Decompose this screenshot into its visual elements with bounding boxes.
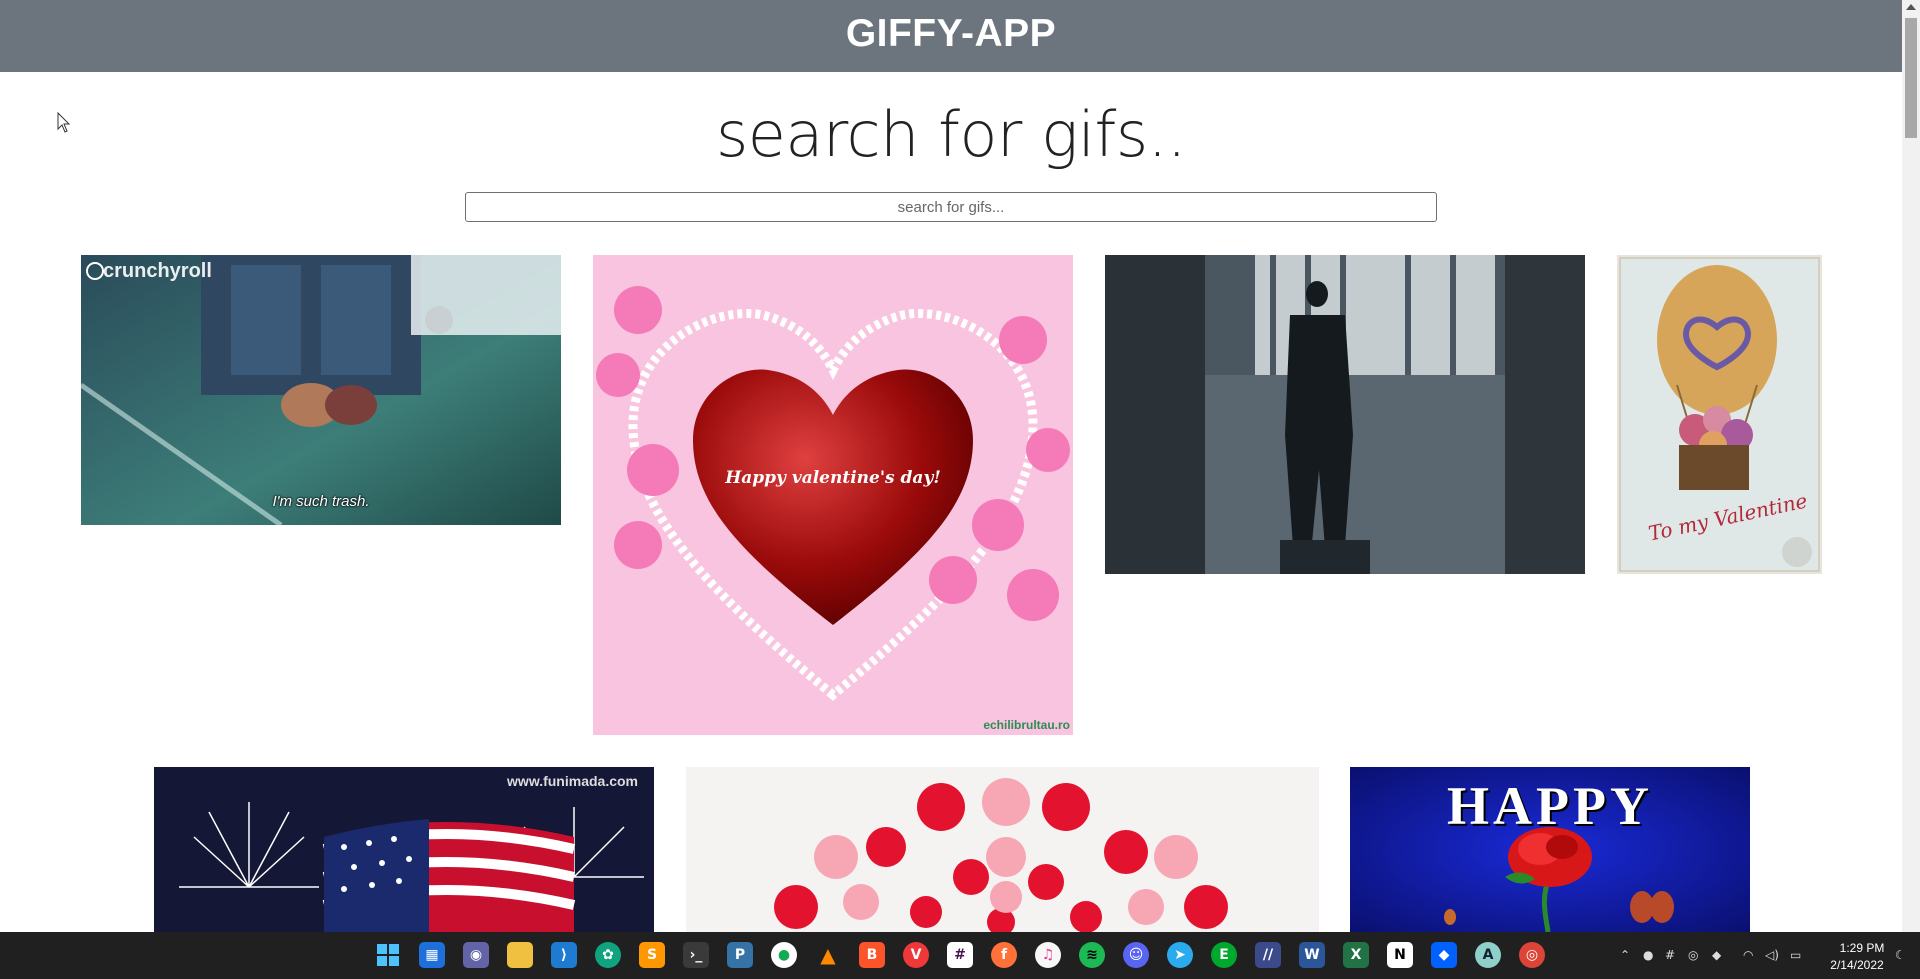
terminal-icon[interactable]: ›_ <box>683 942 709 968</box>
windows-start-icon[interactable] <box>375 942 401 968</box>
chatgpt-icon[interactable]: ✿ <box>595 942 621 968</box>
battery-icon[interactable]: ▭ <box>1790 948 1801 962</box>
discord-icon[interactable]: ☺ <box>1123 942 1149 968</box>
page-scrollbar[interactable] <box>1902 0 1920 932</box>
evernote-icon[interactable]: E <box>1211 942 1237 968</box>
vivaldi-icon[interactable]: V <box>903 942 929 968</box>
crunchyroll-logo-icon <box>86 262 104 280</box>
firefox-icon[interactable]: f <box>991 942 1017 968</box>
clock-date[interactable]: 2/14/2022 <box>1817 958 1897 972</box>
page-heading: search for gifs.. <box>715 98 1187 171</box>
gif-caption: Happy valentine's day! <box>725 468 941 488</box>
tray-sync-icon[interactable]: ◎ <box>1688 948 1698 962</box>
gif-vintage-balloon[interactable]: To my Valentine <box>1617 255 1822 574</box>
browser-viewport: GIFFY-APP search for gifs.. crunchyroll … <box>0 0 1902 932</box>
file-explorer-icon[interactable] <box>507 942 533 968</box>
app-title: GIFFY-APP <box>845 12 1057 55</box>
app-header: GIFFY-APP <box>0 0 1902 72</box>
sublime-text-icon[interactable]: S <box>639 942 665 968</box>
wifi-icon[interactable]: ◠ <box>1743 948 1753 962</box>
vlc-icon[interactable]: ▲ <box>815 942 841 968</box>
arc-icon[interactable]: A <box>1475 942 1501 968</box>
chrome-icon[interactable]: ◎ <box>1519 942 1545 968</box>
telegram-icon[interactable]: ➤ <box>1167 942 1193 968</box>
python-icon[interactable]: P <box>727 942 753 968</box>
do-not-disturb-icon[interactable]: ☾ <box>1895 948 1906 962</box>
vscode-icon[interactable]: ⟩ <box>551 942 577 968</box>
gif-watermark: echilibrultau.ro <box>983 718 1070 732</box>
scrollbar-thumb[interactable] <box>1905 18 1917 138</box>
gif-hearts-fan[interactable] <box>686 767 1319 932</box>
tray-dropbox-icon[interactable]: ◆ <box>1712 948 1721 962</box>
typora-icon[interactable]: // <box>1255 942 1281 968</box>
widgets-icon[interactable]: ▦ <box>419 942 445 968</box>
mongodb-icon[interactable]: ● <box>771 942 797 968</box>
itunes-icon[interactable]: ♫ <box>1035 942 1061 968</box>
clock-time[interactable]: 1:29 PM <box>1826 941 1898 955</box>
brave-icon[interactable]: B <box>859 942 885 968</box>
notion-icon[interactable]: N <box>1387 942 1413 968</box>
tray-app-icon[interactable]: ● <box>1643 948 1653 962</box>
volume-icon[interactable]: ◁) <box>1765 948 1779 962</box>
scroll-up-arrow-icon[interactable] <box>1906 4 1916 10</box>
gif-happy-rose[interactable]: HAPPY <box>1350 767 1750 932</box>
gif-valentine-heart[interactable]: Happy valentine's day! echilibrultau.ro <box>593 255 1073 735</box>
search-input[interactable] <box>465 192 1437 222</box>
gif-watermark: crunchyroll <box>103 260 212 282</box>
gif-caption: HAPPY <box>1447 776 1653 836</box>
gif-caption: I'm such trash. <box>272 493 370 510</box>
gif-silhouette-walk[interactable] <box>1105 255 1585 574</box>
gif-watermark: www.funimada.com <box>507 773 638 789</box>
word-icon[interactable]: W <box>1299 942 1325 968</box>
slack-icon[interactable]: # <box>947 942 973 968</box>
gif-crunchyroll[interactable]: crunchyroll I'm such trash. <box>81 255 561 525</box>
dropbox-icon[interactable]: ◆ <box>1431 942 1457 968</box>
windows-taskbar: ▦ ◉ ⟩ ✿ S ›_ P ● ▲ B V # f ♫ ≋ ☺ ➤ E // … <box>0 932 1920 979</box>
gif-fireworks-flag[interactable]: www.funimada.com <box>154 767 654 932</box>
tray-overflow-chevron-icon[interactable]: ⌃ <box>1620 948 1630 962</box>
tray-slack-icon[interactable]: # <box>1665 948 1675 962</box>
excel-icon[interactable]: X <box>1343 942 1369 968</box>
spotify-icon[interactable]: ≋ <box>1079 942 1105 968</box>
teams-chat-icon[interactable]: ◉ <box>463 942 489 968</box>
